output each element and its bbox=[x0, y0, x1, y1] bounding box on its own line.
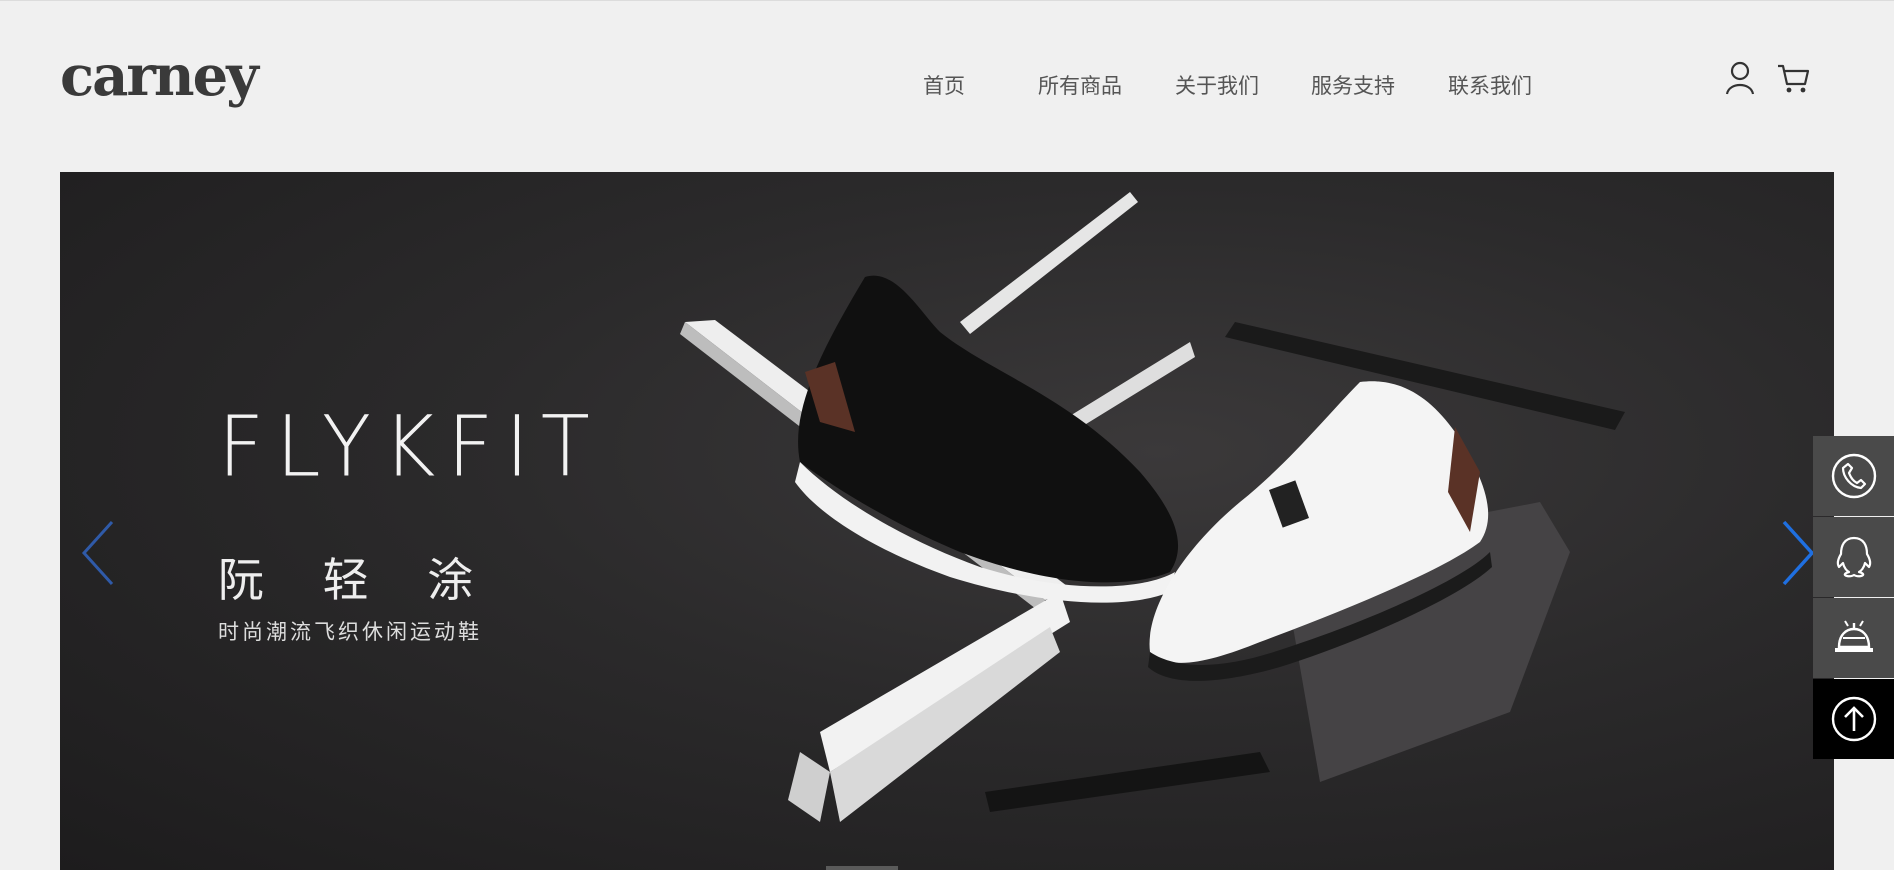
nav-item-home[interactable]: 首页 bbox=[923, 70, 965, 100]
phone-icon bbox=[1831, 453, 1876, 499]
side-toolbar bbox=[1813, 436, 1894, 760]
nav-item-all-products[interactable]: 所有商品 bbox=[1038, 70, 1122, 100]
top-border bbox=[0, 0, 1894, 1]
slide-indicator[interactable] bbox=[826, 866, 898, 870]
qq-button[interactable] bbox=[1813, 517, 1894, 597]
cart-icon[interactable] bbox=[1776, 60, 1810, 96]
sneakers-artwork bbox=[680, 192, 1625, 822]
chevron-right-icon[interactable] bbox=[1778, 518, 1818, 592]
nav-item-support[interactable]: 服务支持 bbox=[1311, 70, 1395, 100]
chevron-left-icon[interactable] bbox=[78, 518, 118, 592]
nav-item-contact[interactable]: 联系我们 bbox=[1448, 70, 1532, 100]
hero-banner[interactable]: FLYKFIT 阮 轻 涂 时尚潮流飞织休闲运动鞋 bbox=[60, 172, 1834, 870]
nav-item-about[interactable]: 关于我们 bbox=[1175, 70, 1259, 100]
banner-product-name: 阮 轻 涂 bbox=[218, 553, 496, 607]
back-to-top-icon bbox=[1831, 696, 1876, 742]
carney-logo[interactable]: carney bbox=[60, 46, 259, 106]
banner-title: FLYKFIT bbox=[218, 397, 602, 496]
back-to-top-button[interactable] bbox=[1813, 679, 1894, 759]
banner-tagline: 时尚潮流飞织休闲运动鞋 bbox=[218, 620, 482, 644]
qq-icon bbox=[1836, 536, 1871, 578]
service-bell-icon bbox=[1834, 620, 1873, 652]
service-button[interactable] bbox=[1813, 598, 1894, 678]
phone-button[interactable] bbox=[1813, 436, 1894, 516]
user-icon[interactable] bbox=[1723, 60, 1757, 96]
